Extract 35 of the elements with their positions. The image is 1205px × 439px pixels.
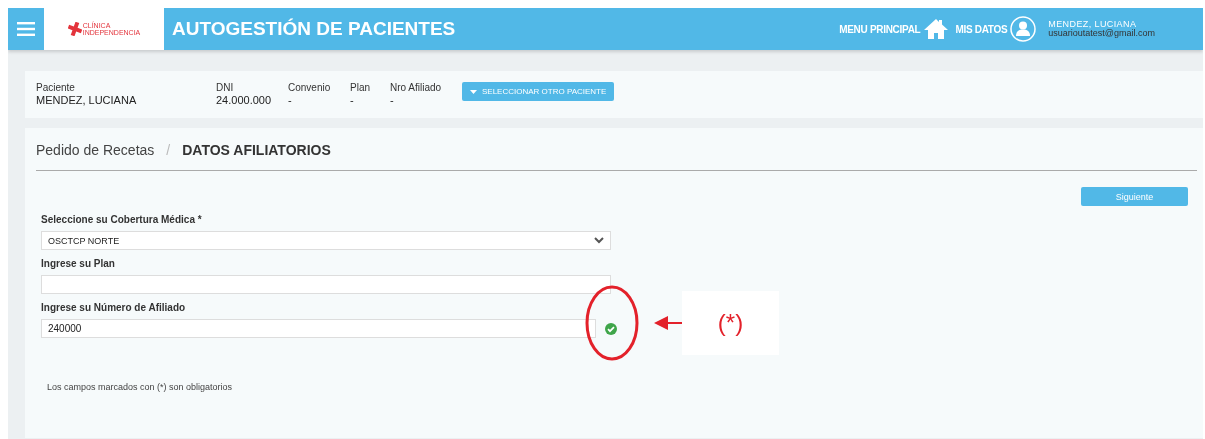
field-label: Plan xyxy=(350,81,371,94)
page-heading: DATOS AFILIATORIOS xyxy=(182,142,331,158)
field-label: Ingrese su Número de Afiliado xyxy=(41,302,187,313)
cross-logo-icon xyxy=(67,22,82,36)
chevron-down-icon xyxy=(594,237,604,244)
next-button[interactable]: Siguiente xyxy=(1081,187,1188,206)
menu-button[interactable] xyxy=(8,8,44,50)
select-patient-button[interactable]: SELECCIONAR OTRO PACIENTE xyxy=(462,82,615,101)
nav-link[interactable]: MENU PRINCIPAL xyxy=(839,18,950,40)
footnote: Los campos marcados con (*) son obligatorios xyxy=(47,382,234,392)
field-value: MENDEZ, LUCIANA xyxy=(36,93,138,108)
field-value: 24.000.000 xyxy=(216,93,273,108)
field-label: Ingrese su Plan xyxy=(41,258,116,269)
field-label: DNI xyxy=(216,81,235,94)
annotation-text: (*) xyxy=(717,309,744,337)
select-field[interactable]: OSCTCP NORTE xyxy=(41,231,611,250)
breadcrumb-separator: / xyxy=(166,142,171,158)
field-label: Paciente xyxy=(36,81,76,94)
home-icon xyxy=(923,18,950,40)
input-field[interactable]: 240000 xyxy=(41,319,596,338)
menu-icon xyxy=(17,22,35,36)
caret-icon xyxy=(470,89,477,94)
field-value: - xyxy=(350,93,355,108)
field-label: Nro Afiliado xyxy=(390,81,443,94)
app-title: AUTOGESTIÓN DE PACIENTES xyxy=(172,18,456,40)
field-label: Seleccione su Cobertura Médica * xyxy=(41,214,203,225)
nav-link[interactable]: MIS DATOS xyxy=(955,16,1037,42)
field-label: Convenio xyxy=(288,81,332,94)
user-avatar-icon xyxy=(1010,16,1037,42)
breadcrumb-link[interactable]: Pedido de Recetas xyxy=(36,142,155,158)
field-value: - xyxy=(288,93,293,108)
user-email: usuarioutatest@gmail.com xyxy=(1048,29,1155,38)
field-value: - xyxy=(390,93,395,108)
input-field[interactable] xyxy=(41,275,611,294)
user-name: MENDEZ, LUCIANA xyxy=(1048,20,1137,29)
